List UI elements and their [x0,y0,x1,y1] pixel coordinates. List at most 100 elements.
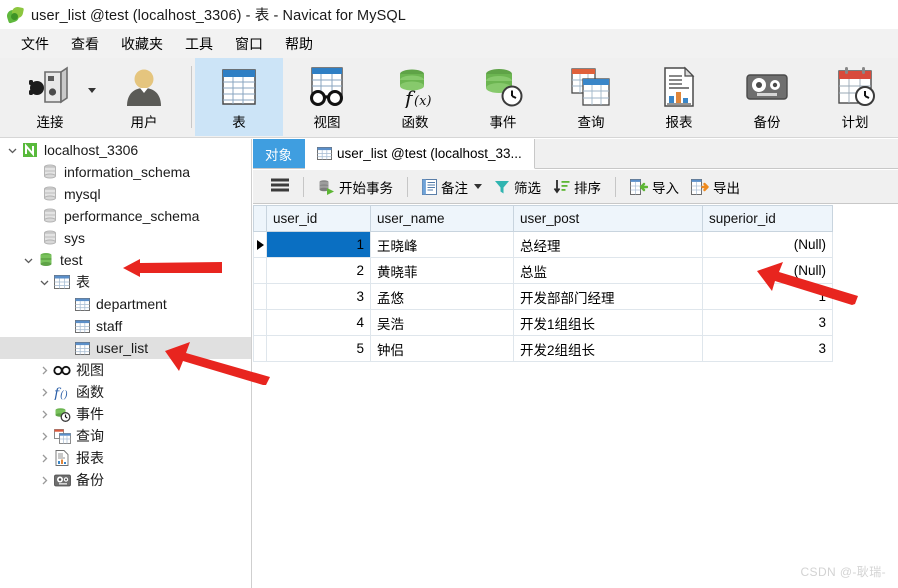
toolbar-label-query: 查询 [577,115,605,130]
tree-label: mysql [64,186,101,202]
cell-user-id[interactable]: 5 [266,335,371,362]
menu-view[interactable]: 查看 [60,32,110,56]
column-header-user-post[interactable]: user_post [513,205,703,232]
tree-node-reports[interactable]: 报表 [0,447,251,469]
cell-user-id[interactable]: 2 [266,257,371,284]
cell-superior-id[interactable]: 3 [702,335,833,362]
database-green-icon [36,252,56,268]
chevron-right-icon[interactable] [36,366,52,375]
tree-label: department [96,296,167,312]
navicat-window: user_list @test (localhost_3306) - 表 - N… [0,0,898,588]
toolbar-button-query[interactable]: 查询 [547,58,635,136]
tree-label: 查询 [76,428,104,444]
tree-label: staff [96,318,123,334]
cell-superior-id[interactable]: 3 [702,309,833,336]
import-button[interactable]: 导入 [624,174,685,200]
toolbar-separator [407,176,408,197]
tree-node-staff[interactable]: staff [0,315,251,337]
tree-node-events[interactable]: 事件 [0,403,251,425]
tab-user-list[interactable]: user_list @test (localhost_33... [305,139,535,169]
cell-user-post[interactable]: 开发2组组长 [513,335,703,362]
column-header-user-name[interactable]: user_name [370,205,514,232]
toolbar-button-connection[interactable]: 连接 [0,58,100,136]
menu-window[interactable]: 窗口 [224,32,274,56]
tree-label: test [60,252,83,268]
cell-superior-id[interactable]: (Null) [702,231,833,258]
chevron-down-icon[interactable] [4,146,20,155]
menu-tools[interactable]: 工具 [174,32,224,56]
table-row[interactable]: 2 黄晓菲 总监 (Null) [253,257,833,284]
tab-objects-label: 对象 [265,147,292,163]
cell-user-id[interactable]: 1 [266,231,371,258]
sort-button[interactable]: 排序 [547,174,607,200]
tree-node-functions[interactable]: f () 函数 [0,381,251,403]
cell-user-id[interactable]: 4 [266,309,371,336]
window-title: user_list @test (localhost_3306) - 表 - N… [31,8,406,24]
chevron-down-icon[interactable] [36,278,52,287]
toolbar-button-view[interactable]: 视图 [283,58,371,136]
toolbar-button-table[interactable]: 表 [195,58,283,136]
tree-node-localhost-3306[interactable]: localhost_3306 [0,139,251,161]
export-button[interactable]: 导出 [685,174,746,200]
tree-node-sys[interactable]: sys [0,227,251,249]
chevron-down-icon[interactable] [20,256,36,265]
toolbar-label-schedule: 计划 [841,115,869,130]
tree-node-department[interactable]: department [0,293,251,315]
tree-label: performance_schema [64,208,200,224]
cell-user-name[interactable]: 孟悠 [370,283,514,310]
chevron-right-icon[interactable] [36,432,52,441]
tree-node-user-list[interactable]: user_list [0,337,251,359]
tab-objects[interactable]: 对象 [253,139,305,168]
data-grid[interactable]: user_id user_name user_post superior_id … [253,205,898,362]
tree-node-mysql[interactable]: mysql [0,183,251,205]
tree-node-tables-folder[interactable]: 表 [0,271,251,293]
table-row[interactable]: 5 钟侣 开发2组组长 3 [253,335,833,362]
export-label: 导出 [713,180,740,196]
menu-favorites[interactable]: 收藏夹 [110,32,174,56]
table-row[interactable]: 4 吴浩 开发1组组长 3 [253,309,833,336]
note-button[interactable]: 备注 [416,174,488,200]
object-tree-sidebar[interactable]: localhost_3306 information_schema mysql … [0,139,252,588]
tree-node-performance-schema[interactable]: performance_schema [0,205,251,227]
menu-help[interactable]: 帮助 [274,32,324,56]
chevron-right-icon[interactable] [36,476,52,485]
column-header-superior-id[interactable]: superior_id [702,205,833,232]
toolbar-button-user[interactable]: 用户 [100,58,188,136]
connection-dropdown-caret-icon[interactable] [88,88,96,93]
table-row[interactable]: 1 王晓峰 总经理 (Null) [253,231,833,258]
toolbar-button-function[interactable]: f (x) 函数 [371,58,459,136]
chevron-right-icon[interactable] [36,410,52,419]
cell-user-name[interactable]: 吴浩 [370,309,514,336]
toolbar-button-event[interactable]: 事件 [459,58,547,136]
menu-file[interactable]: 文件 [10,32,60,56]
start-transaction-button[interactable]: 开始事务 [312,174,399,200]
cell-superior-id[interactable]: 1 [702,283,833,310]
filter-button[interactable]: 筛选 [488,174,547,200]
cell-user-post[interactable]: 开发部部门经理 [513,283,703,310]
toolbar-button-backup[interactable]: 备份 [723,58,811,136]
toolbar-button-report[interactable]: 报表 [635,58,723,136]
cell-user-name[interactable]: 黄晓菲 [370,257,514,284]
cell-superior-id[interactable]: (Null) [702,257,833,284]
tree-label: 备份 [76,472,104,488]
cell-user-post[interactable]: 总监 [513,257,703,284]
chevron-right-icon[interactable] [36,454,52,463]
hamburger-menu-button[interactable] [265,174,295,200]
tree-label: 报表 [76,450,104,466]
cell-user-name[interactable]: 钟侣 [370,335,514,362]
data-table: user_id user_name user_post superior_id … [253,205,833,362]
cell-user-post[interactable]: 总经理 [513,231,703,258]
tree-node-views[interactable]: 视图 [0,359,251,381]
toolbar-button-schedule[interactable]: 计划 [811,58,898,136]
cell-user-id[interactable]: 3 [266,283,371,310]
column-header-user-id[interactable]: user_id [266,205,371,232]
cell-user-name[interactable]: 王晓峰 [370,231,514,258]
tree-node-backups[interactable]: 备份 [0,469,251,491]
chevron-down-icon[interactable] [474,184,482,189]
tree-node-test[interactable]: test [0,249,251,271]
chevron-right-icon[interactable] [36,388,52,397]
tree-node-queries[interactable]: 查询 [0,425,251,447]
cell-user-post[interactable]: 开发1组组长 [513,309,703,336]
table-row[interactable]: 3 孟悠 开发部部门经理 1 [253,283,833,310]
tree-node-information-schema[interactable]: information_schema [0,161,251,183]
